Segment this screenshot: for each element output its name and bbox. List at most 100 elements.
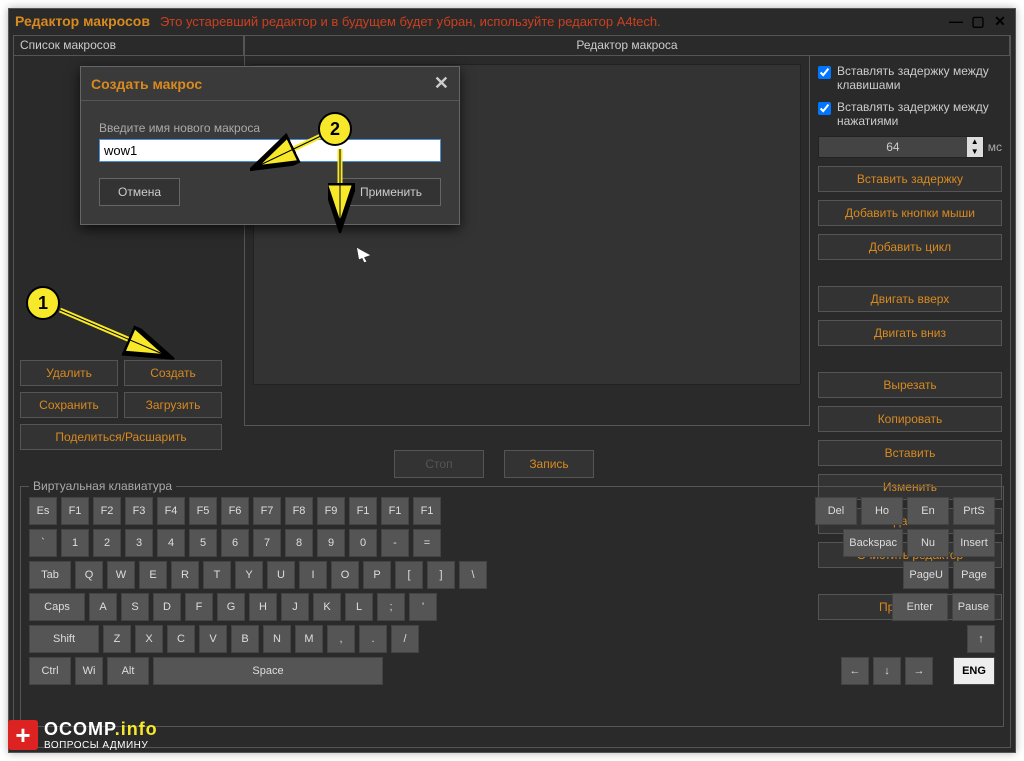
key-v[interactable]: V xyxy=(199,625,227,653)
key-f7[interactable]: F7 xyxy=(253,497,281,525)
key-page[interactable]: Page xyxy=(953,561,995,589)
key-[interactable]: ] xyxy=(427,561,455,589)
copy-button[interactable]: Копировать xyxy=(818,406,1002,432)
key-[interactable]: , xyxy=(327,625,355,653)
key-d[interactable]: D xyxy=(153,593,181,621)
key-f1[interactable]: F1 xyxy=(381,497,409,525)
key-f[interactable]: F xyxy=(185,593,213,621)
key-f6[interactable]: F6 xyxy=(221,497,249,525)
key-0[interactable]: 0 xyxy=(349,529,377,557)
key-y[interactable]: Y xyxy=(235,561,263,589)
key-8[interactable]: 8 xyxy=(285,529,313,557)
key-5[interactable]: 5 xyxy=(189,529,217,557)
key-tab[interactable]: Tab xyxy=(29,561,71,589)
cut-button[interactable]: Вырезать xyxy=(818,372,1002,398)
cb-keys-input[interactable] xyxy=(818,66,831,79)
key-s[interactable]: S xyxy=(121,593,149,621)
key-ho[interactable]: Ho xyxy=(861,497,903,525)
key-m[interactable]: M xyxy=(295,625,323,653)
key-[interactable]: . xyxy=(359,625,387,653)
key-4[interactable]: 4 xyxy=(157,529,185,557)
key-[interactable]: / xyxy=(391,625,419,653)
key-i[interactable]: I xyxy=(299,561,327,589)
close-button[interactable]: ✕ xyxy=(991,13,1009,29)
key-h[interactable]: H xyxy=(249,593,277,621)
key-shift[interactable]: Shift xyxy=(29,625,99,653)
key-[interactable]: ; xyxy=(377,593,405,621)
key-arrow[interactable]: → xyxy=(905,657,933,685)
key-1[interactable]: 1 xyxy=(61,529,89,557)
key-pageu[interactable]: PageU xyxy=(903,561,949,589)
key-enter[interactable]: Enter xyxy=(892,593,948,621)
cb-press-input[interactable] xyxy=(818,102,831,115)
move-up-button[interactable]: Двигать вверх xyxy=(818,286,1002,312)
dialog-cancel-button[interactable]: Отмена xyxy=(99,178,180,206)
key-a[interactable]: A xyxy=(89,593,117,621)
key-insert[interactable]: Insert xyxy=(953,529,995,557)
key-f8[interactable]: F8 xyxy=(285,497,313,525)
key-del[interactable]: Del xyxy=(815,497,857,525)
key-f1[interactable]: F1 xyxy=(61,497,89,525)
key-j[interactable]: J xyxy=(281,593,309,621)
paste-button[interactable]: Вставить xyxy=(818,440,1002,466)
move-down-button[interactable]: Двигать вниз xyxy=(818,320,1002,346)
key-e[interactable]: E xyxy=(139,561,167,589)
key-space[interactable]: Space xyxy=(153,657,383,685)
key-[interactable]: ` xyxy=(29,529,57,557)
key-lang[interactable]: ENG xyxy=(953,657,995,685)
key-en[interactable]: En xyxy=(907,497,949,525)
key-k[interactable]: K xyxy=(313,593,341,621)
key-o[interactable]: O xyxy=(331,561,359,589)
key-p[interactable]: P xyxy=(363,561,391,589)
key-f1[interactable]: F1 xyxy=(413,497,441,525)
stop-button[interactable]: Стоп xyxy=(394,450,484,478)
key-3[interactable]: 3 xyxy=(125,529,153,557)
record-button[interactable]: Запись xyxy=(504,450,594,478)
insert-delay-button[interactable]: Вставить задержку xyxy=(818,166,1002,192)
key-b[interactable]: B xyxy=(231,625,259,653)
key-f3[interactable]: F3 xyxy=(125,497,153,525)
key-backspac[interactable]: Backspac xyxy=(843,529,903,557)
key-u[interactable]: U xyxy=(267,561,295,589)
key-f2[interactable]: F2 xyxy=(93,497,121,525)
key-z[interactable]: Z xyxy=(103,625,131,653)
key-pause[interactable]: Pause xyxy=(952,593,995,621)
key-6[interactable]: 6 xyxy=(221,529,249,557)
key-[interactable]: = xyxy=(413,529,441,557)
key-l[interactable]: L xyxy=(345,593,373,621)
key-t[interactable]: T xyxy=(203,561,231,589)
key-q[interactable]: Q xyxy=(75,561,103,589)
key-arrow[interactable]: ↓ xyxy=(873,657,901,685)
key-g[interactable]: G xyxy=(217,593,245,621)
key-f1[interactable]: F1 xyxy=(349,497,377,525)
key-7[interactable]: 7 xyxy=(253,529,281,557)
share-macro-button[interactable]: Поделиться/Расшарить xyxy=(20,424,222,450)
key-[interactable]: [ xyxy=(395,561,423,589)
key-[interactable]: ↑ xyxy=(967,625,995,653)
key-w[interactable]: W xyxy=(107,561,135,589)
delay-between-presses-checkbox[interactable]: Вставлять задержку между нажатиями xyxy=(818,100,1002,128)
key-alt[interactable]: Alt xyxy=(107,657,149,685)
delay-between-keys-checkbox[interactable]: Вставлять задержку между клавишами xyxy=(818,64,1002,92)
key-f4[interactable]: F4 xyxy=(157,497,185,525)
key-nu[interactable]: Nu xyxy=(907,529,949,557)
maximize-button[interactable]: ▢ xyxy=(969,13,987,29)
spinner-arrows[interactable]: ▲▼ xyxy=(967,137,983,157)
minimize-button[interactable]: — xyxy=(947,13,965,29)
key-arrow[interactable]: ← xyxy=(841,657,869,685)
load-macro-button[interactable]: Загрузить xyxy=(124,392,222,418)
key-[interactable]: - xyxy=(381,529,409,557)
key-caps[interactable]: Caps xyxy=(29,593,85,621)
delay-spinner[interactable]: 64 ▲▼ xyxy=(818,136,984,158)
key-f9[interactable]: F9 xyxy=(317,497,345,525)
add-mouse-button[interactable]: Добавить кнопки мыши xyxy=(818,200,1002,226)
key-[interactable]: ' xyxy=(409,593,437,621)
key-2[interactable]: 2 xyxy=(93,529,121,557)
dialog-close-icon[interactable]: ✕ xyxy=(434,73,449,94)
key-r[interactable]: R xyxy=(171,561,199,589)
key-c[interactable]: C xyxy=(167,625,195,653)
save-macro-button[interactable]: Сохранить xyxy=(20,392,118,418)
key-wi[interactable]: Wi xyxy=(75,657,103,685)
key-n[interactable]: N xyxy=(263,625,291,653)
key-prts[interactable]: PrtS xyxy=(953,497,995,525)
